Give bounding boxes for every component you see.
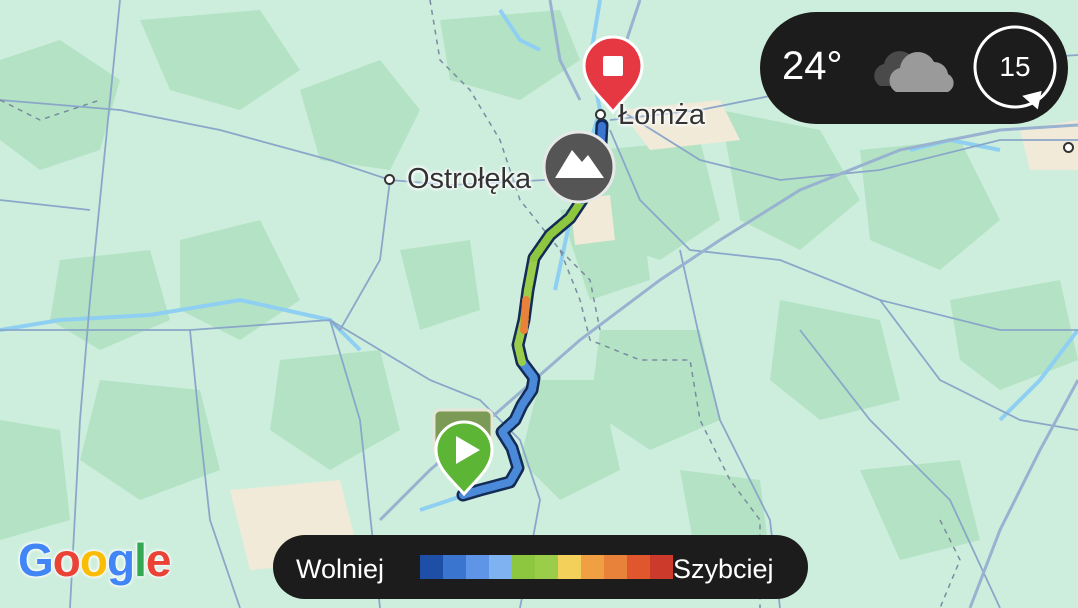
legend-swatch	[489, 555, 512, 579]
google-logo-letter: G	[18, 534, 54, 586]
stop-icon	[603, 56, 623, 76]
legend-swatch	[581, 555, 604, 579]
city-dot-lomza	[595, 109, 606, 120]
legend-swatch	[558, 555, 581, 579]
legend-swatch	[466, 555, 489, 579]
wind-speed: 15	[999, 51, 1031, 82]
google-logo: Google	[18, 533, 172, 587]
google-logo-letter: o	[52, 534, 81, 586]
legend-fast-label: Szybciej	[673, 554, 774, 584]
speed-legend: Wolniej Szybciej	[273, 535, 808, 599]
city-label-lomza[interactable]: Łomża	[618, 99, 705, 132]
legend-swatch	[443, 555, 466, 579]
legend-slow-label: Wolniej	[296, 554, 385, 584]
weather-widget[interactable]: 24° 15	[760, 12, 1068, 124]
legend-swatch	[604, 555, 627, 579]
google-logo-letter: g	[107, 534, 135, 586]
temperature: 24°	[782, 44, 843, 88]
legend-swatch	[512, 555, 535, 579]
google-logo-letter: e	[145, 534, 172, 586]
google-logo-letter: o	[79, 534, 108, 586]
city-dot-ostroleka	[384, 174, 395, 185]
legend-swatch	[535, 555, 558, 579]
summit-marker[interactable]	[542, 130, 616, 204]
cloud-icon	[870, 46, 962, 101]
city-dot-east	[1063, 142, 1074, 153]
legend-swatch	[650, 555, 673, 579]
wind-indicator[interactable]: 15	[972, 24, 1058, 110]
google-logo-letter: l	[134, 534, 147, 586]
legend-swatch	[420, 555, 443, 579]
city-label-ostroleka[interactable]: Ostrołęka	[407, 163, 531, 196]
legend-swatch	[627, 555, 650, 579]
legend-color-bar	[420, 555, 673, 579]
